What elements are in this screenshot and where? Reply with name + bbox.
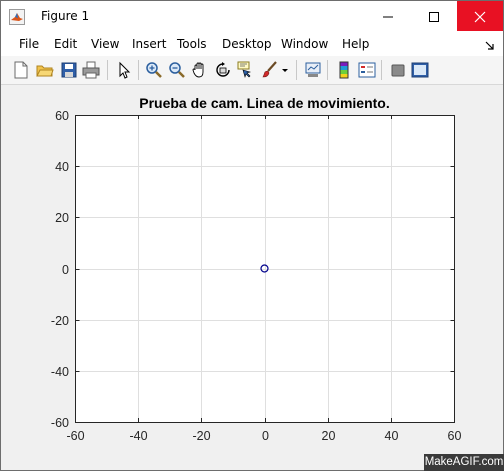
close-button[interactable] (457, 1, 503, 31)
toolbar-separator (138, 60, 139, 80)
matlab-logo-icon (9, 9, 25, 25)
x-tick-labels: -60 -40 -20 0 20 40 60 (66, 429, 461, 443)
x-tick-label: -60 (66, 429, 84, 443)
menu-tools[interactable]: Tools (177, 37, 207, 51)
menu-help[interactable]: Help (342, 37, 369, 51)
brush-dropdown-icon[interactable] (280, 61, 290, 79)
link-plot-icon[interactable] (304, 61, 322, 79)
x-tick-label: 0 (262, 429, 269, 443)
x-tick-label: -40 (129, 429, 147, 443)
menu-bar: File Edit View Insert Tools Desktop Wind… (1, 32, 503, 56)
insert-legend-icon[interactable] (358, 61, 376, 79)
y-tick-label: -20 (51, 314, 69, 328)
title-bar[interactable]: Figure 1 (1, 1, 503, 32)
dock-arrow-icon[interactable] (485, 38, 495, 56)
minimize-button[interactable] (365, 1, 411, 31)
watermark: MakeAGIF.com (424, 454, 504, 471)
zoom-out-icon[interactable] (168, 61, 186, 79)
open-file-icon[interactable] (36, 61, 54, 79)
edit-plot-icon[interactable] (115, 61, 133, 79)
x-tick-label: 60 (448, 429, 462, 443)
rotate-3d-icon[interactable] (214, 61, 232, 79)
x-tick-label: 20 (322, 429, 336, 443)
brush-icon[interactable] (260, 61, 278, 79)
y-tick-label: 60 (55, 109, 69, 123)
y-tick-label: 40 (55, 160, 69, 174)
menu-view[interactable]: View (91, 37, 119, 51)
figure-toolbar (1, 56, 503, 85)
chart-title: Prueba de cam. Linea de movimiento. (139, 95, 390, 111)
show-plot-tools-icon[interactable] (411, 61, 429, 79)
menu-edit[interactable]: Edit (54, 37, 77, 51)
data-cursor-icon[interactable] (237, 61, 255, 79)
menu-window[interactable]: Window (281, 37, 328, 51)
y-tick-label: -60 (51, 416, 69, 430)
pan-icon[interactable] (191, 61, 209, 79)
print-icon[interactable] (82, 61, 100, 79)
menu-insert[interactable]: Insert (132, 37, 166, 51)
axes[interactable]: -60 -40 -20 0 20 40 60 -60 -40 -20 0 20 40 60 Prueba… (1, 85, 503, 470)
y-tick-label: -40 (51, 365, 69, 379)
hide-plot-tools-icon[interactable] (389, 61, 407, 79)
menu-desktop[interactable]: Desktop (222, 37, 272, 51)
save-icon[interactable] (60, 61, 78, 79)
zoom-in-icon[interactable] (145, 61, 163, 79)
insert-colorbar-icon[interactable] (335, 61, 353, 79)
toolbar-separator (381, 60, 382, 80)
toolbar-separator (296, 60, 297, 80)
figure-canvas[interactable]: -60 -40 -20 0 20 40 60 -60 -40 -20 0 20 40 60 Prueba… (1, 85, 503, 470)
figure-window: Figure 1 File Edit View Insert Tools Des… (0, 0, 504, 471)
window-title: Figure 1 (41, 9, 90, 23)
maximize-button[interactable] (411, 1, 457, 31)
menu-file[interactable]: File (19, 37, 39, 51)
toolbar-separator (107, 60, 108, 80)
y-tick-label: 0 (62, 263, 69, 277)
axes-background (75, 115, 454, 422)
toolbar-separator (327, 60, 328, 80)
x-tick-label: 40 (385, 429, 399, 443)
x-tick-label: -20 (192, 429, 210, 443)
new-figure-icon[interactable] (12, 61, 30, 79)
y-tick-label: 20 (55, 211, 69, 225)
y-tick-labels: -60 -40 -20 0 20 40 60 (51, 109, 69, 430)
